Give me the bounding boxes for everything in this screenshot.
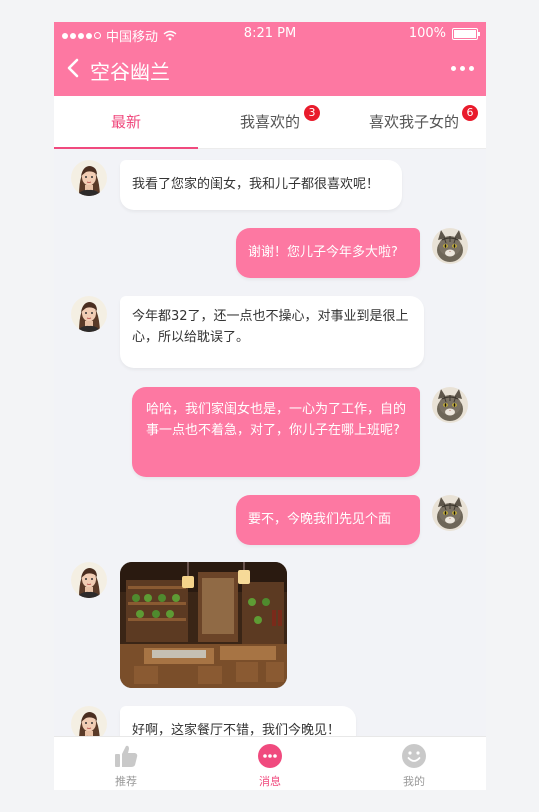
- tab-badge: 6: [462, 105, 478, 121]
- bottom-tab-bar: 推荐 消息 我的: [54, 736, 486, 790]
- battery-percent: 100%: [408, 26, 446, 41]
- battery-icon: [452, 27, 480, 40]
- smiley-face-icon: [402, 744, 426, 768]
- bottom-tab-messages[interactable]: 消息: [230, 737, 310, 790]
- bottom-tab-me[interactable]: 我的: [374, 737, 454, 790]
- back-arrow-icon[interactable]: [64, 56, 84, 80]
- nav-bar: 空谷幽兰: [54, 50, 486, 90]
- incoming-message: 我看了您家的闺女，我和儿子都很喜欢呢！: [120, 160, 402, 210]
- my-avatar[interactable]: [432, 495, 468, 531]
- bottom-tab-label: 推荐: [115, 775, 137, 788]
- tab-label: 最新: [110, 113, 141, 131]
- tab-i-like[interactable]: 我喜欢的 3: [198, 96, 342, 148]
- tab-badge: 3: [304, 105, 320, 121]
- chat-bubble-icon: [258, 744, 282, 768]
- tab-bar: 最新 我喜欢的 3 喜欢我子女的 6: [54, 96, 486, 149]
- chat-title: 空谷幽兰: [90, 60, 170, 84]
- tab-label: 喜欢我子女的: [368, 113, 459, 131]
- outgoing-message: 哈哈，我们家闺女也是，一心为了工作，自的事一点也不着急，对了，你儿子在哪上班呢?: [132, 387, 420, 477]
- my-avatar[interactable]: [432, 228, 468, 264]
- header-bar: 中国移动 8:21 PM 100% 空谷幽兰: [54, 22, 486, 96]
- outgoing-message: 谢谢！您儿子今年多大啦?: [236, 228, 420, 278]
- status-bar: 中国移动 8:21 PM 100%: [54, 22, 486, 46]
- outgoing-message: 要不，今晚我们先见个面: [236, 495, 420, 545]
- tab-latest[interactable]: 最新: [54, 96, 198, 149]
- restaurant-photo[interactable]: [120, 562, 287, 688]
- thumbs-up-icon: [115, 745, 138, 767]
- my-avatar[interactable]: [432, 387, 468, 423]
- bottom-tab-label: 我的: [403, 775, 425, 788]
- bottom-tab-label: 消息: [259, 775, 281, 788]
- incoming-message: 今年都32了，还一点也不操心，对事业到是很上心，所以给耽误了。: [120, 296, 424, 368]
- contact-avatar[interactable]: [71, 562, 107, 598]
- contact-avatar[interactable]: [71, 160, 107, 196]
- phone-screen: 中国移动 8:21 PM 100% 空谷幽兰 最新 我喜欢的 3 喜欢我子女的 …: [54, 22, 486, 790]
- more-options-icon[interactable]: [451, 66, 474, 71]
- bottom-tab-recommend[interactable]: 推荐: [86, 737, 166, 790]
- tab-label: 我喜欢的: [239, 113, 300, 131]
- tab-likes-my-children[interactable]: 喜欢我子女的 6: [342, 96, 486, 148]
- contact-avatar[interactable]: [71, 296, 107, 332]
